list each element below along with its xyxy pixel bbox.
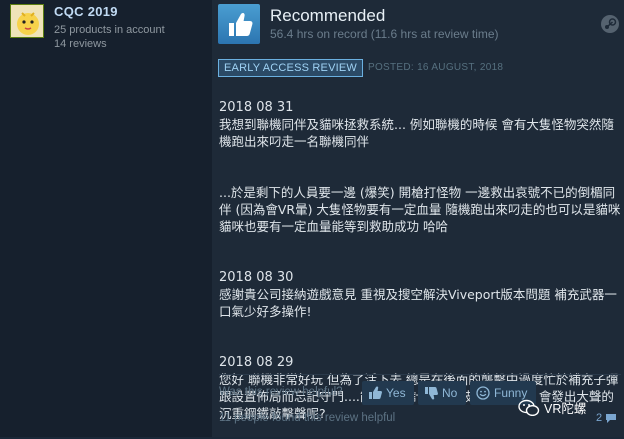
paragraph-text: 感謝貴公司接納遊戲意見 重視及搜空解決Viveport版本問題 補充武器一口氣少… <box>219 287 617 319</box>
hours-on-record: 56.4 hrs on record (11.6 hrs at review t… <box>270 27 499 41</box>
helpful-count: 11 people found this review helpful <box>219 412 396 424</box>
thumbs-down-icon <box>425 387 438 400</box>
watermark: VR陀螺 <box>518 398 586 417</box>
avatar[interactable] <box>10 4 44 38</box>
review-verdict[interactable]: Recommended <box>270 6 385 26</box>
comment-count[interactable]: 2 <box>596 412 617 424</box>
review-paragraph: ...於是剩下的人員要一邊 (爆笑) 開槍打怪物 一邊救出哀號不已的倒楣同伴 (… <box>219 167 623 235</box>
paragraph-text: ...於是剩下的人員要一邊 (爆笑) 開槍打怪物 一邊救出哀號不已的倒楣同伴 (… <box>219 185 621 234</box>
products-count[interactable]: 25 products in account <box>54 24 165 36</box>
watermark-text: VR陀螺 <box>544 402 587 416</box>
profile-name[interactable]: CQC 2019 <box>54 4 118 19</box>
vote-yes-label: Yes <box>386 386 406 400</box>
vote-no-label: No <box>442 386 458 400</box>
paragraph-date: 2018 08 30 <box>219 270 294 285</box>
review-paragraph: 2018 08 31 我想到聯機同伴及貓咪拯救系統... 例如聯機的時候 會有大隻… <box>219 82 623 150</box>
paragraph-date: 2018 08 31 <box>219 100 294 115</box>
comment-icon <box>606 413 617 423</box>
wechat-logo <box>518 399 540 416</box>
early-access-badge: EARLY ACCESS REVIEW <box>218 59 363 77</box>
comment-count-value: 2 <box>596 412 603 424</box>
review-paragraph: 2018 08 30 感謝貴公司接納遊戲意見 重視及搜空解決Viveport版本問… <box>219 252 623 320</box>
paragraph-date: 2018 08 29 <box>219 355 294 370</box>
thumbs-up-icon <box>218 4 260 44</box>
paragraph-text: 我想到聯機同伴及貓咪拯救系統... 例如聯機的時候 會有大隻怪物突然隨機跑出來叼… <box>219 117 614 149</box>
reviews-count[interactable]: 14 reviews <box>54 38 107 50</box>
reviewer-panel <box>0 0 212 437</box>
posted-date: POSTED: 16 AUGUST, 2018 <box>368 62 504 73</box>
vote-no-button[interactable]: No <box>418 381 466 405</box>
thumbs-up-icon <box>369 386 382 399</box>
steam-icon <box>600 14 620 34</box>
smiley-icon <box>476 386 490 400</box>
vote-yes-button[interactable]: Yes <box>362 381 414 405</box>
helpful-question: Was this review helpful? <box>219 386 343 398</box>
avatar-image <box>11 5 43 37</box>
divider <box>219 374 621 375</box>
